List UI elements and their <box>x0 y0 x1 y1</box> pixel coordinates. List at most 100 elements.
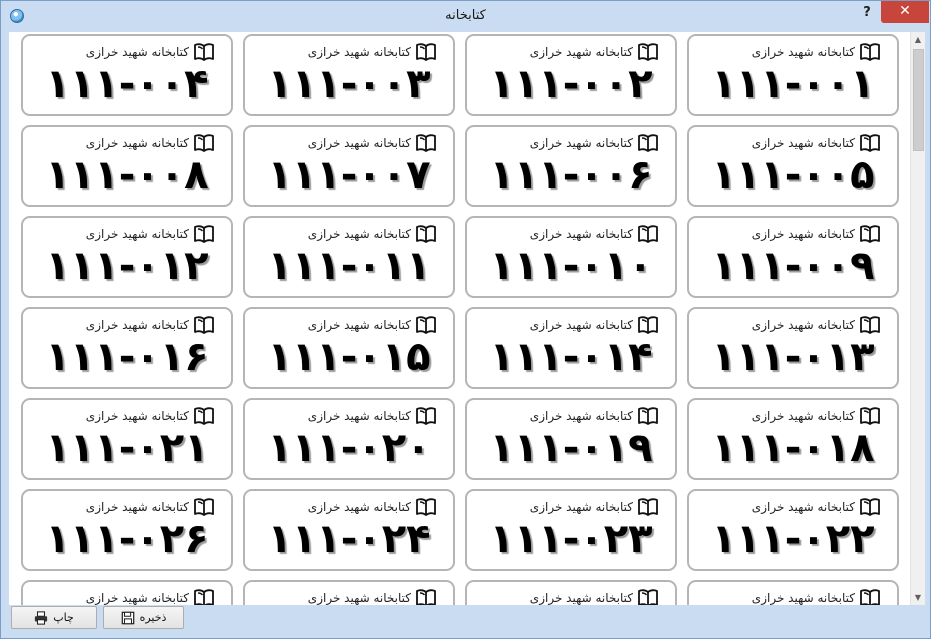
label-card: کتابخانه شهید خرازی ۱۱۱-۰۰۵ <box>687 125 899 207</box>
card-header: کتابخانه شهید خرازی <box>530 223 659 245</box>
book-icon <box>637 497 659 517</box>
book-icon <box>415 315 437 335</box>
card-header: کتابخانه شهید خرازی <box>86 314 215 336</box>
floppy-disk-icon <box>121 611 134 624</box>
book-code: ۱۱۱-۰۲۰ <box>267 425 431 471</box>
title-bar[interactable]: کتابخانه ? ✕ <box>1 1 930 31</box>
card-header: کتابخانه شهید خرازی <box>530 405 659 427</box>
book-code: ۱۱۱-۰۱۱ <box>267 243 431 289</box>
book-icon <box>193 588 215 605</box>
book-code: ۱۱۱-۰۱۹ <box>489 425 653 471</box>
book-icon <box>415 497 437 517</box>
label-card: کتابخانه شهید خرازی <box>243 580 455 605</box>
card-header: کتابخانه شهید خرازی <box>308 223 437 245</box>
book-icon <box>193 42 215 62</box>
book-icon <box>637 406 659 426</box>
book-icon <box>415 406 437 426</box>
save-button-label: ذخیره <box>139 611 167 624</box>
library-name: کتابخانه شهید خرازی <box>85 45 189 59</box>
library-name: کتابخانه شهید خرازی <box>307 45 411 59</box>
book-icon <box>637 224 659 244</box>
label-grid: کتابخانه شهید خرازی ۱۱۱-۰۰۴ کتابخانه شهید … <box>9 32 911 605</box>
book-code: ۱۱۱-۰۰۶ <box>489 152 653 198</box>
footer-toolbar: چاپ ذخیره <box>9 605 925 635</box>
book-code: ۱۱۱-۰۲۲ <box>711 516 875 562</box>
book-icon <box>637 588 659 605</box>
scroll-up-arrow-icon[interactable]: ▲ <box>911 32 925 47</box>
save-button[interactable]: ذخیره <box>103 606 184 629</box>
card-header: کتابخانه شهید خرازی <box>86 41 215 63</box>
library-name: کتابخانه شهید خرازی <box>307 227 411 241</box>
vertical-scrollbar[interactable]: ▲ ▼ <box>910 32 925 605</box>
book-code: ۱۱۱-۰۲۳ <box>489 516 653 562</box>
scroll-thumb[interactable] <box>913 49 924 151</box>
library-name: کتابخانه شهید خرازی <box>307 318 411 332</box>
card-header: کتابخانه شهید خرازی <box>752 496 881 518</box>
book-code: ۱۱۱-۰۱۰ <box>489 243 653 289</box>
book-icon <box>859 133 881 153</box>
book-code: ۱۱۱-۰۱۵ <box>267 334 431 380</box>
card-header: کتابخانه شهید خرازی <box>308 587 437 605</box>
card-header: کتابخانه شهید خرازی <box>752 41 881 63</box>
label-card: کتابخانه شهید خرازی ۱۱۱-۰۲۲ <box>687 489 899 571</box>
book-icon <box>637 133 659 153</box>
label-card: کتابخانه شهید خرازی ۱۱۱-۰۰۳ <box>243 34 455 116</box>
card-header: کتابخانه شهید خرازی <box>86 223 215 245</box>
book-code: ۱۱۱-۰۱۲ <box>45 243 209 289</box>
card-header: کتابخانه شهید خرازی <box>752 223 881 245</box>
book-code: ۱۱۱-۰۱۴ <box>489 334 653 380</box>
help-button[interactable]: ? <box>856 3 878 23</box>
label-card: کتابخانه شهید خرازی ۱۱۱-۰۲۳ <box>465 489 677 571</box>
book-icon <box>859 315 881 335</box>
scroll-down-arrow-icon[interactable]: ▼ <box>911 590 925 605</box>
library-name: کتابخانه شهید خرازی <box>751 591 855 605</box>
book-code: ۱۱۱-۰۲۶ <box>45 516 209 562</box>
library-name: کتابخانه شهید خرازی <box>85 591 189 605</box>
label-card: کتابخانه شهید خرازی ۱۱۱-۰۲۰ <box>243 398 455 480</box>
card-header: کتابخانه شهید خرازی <box>308 41 437 63</box>
card-header: کتابخانه شهید خرازی <box>308 314 437 336</box>
book-icon <box>193 315 215 335</box>
book-icon <box>637 42 659 62</box>
library-name: کتابخانه شهید خرازی <box>85 318 189 332</box>
card-header: کتابخانه شهید خرازی <box>86 132 215 154</box>
card-header: کتابخانه شهید خرازی <box>752 405 881 427</box>
book-icon <box>415 224 437 244</box>
book-icon <box>859 588 881 605</box>
library-name: کتابخانه شهید خرازی <box>529 45 633 59</box>
label-card: کتابخانه شهید خرازی ۱۱۱-۰۱۰ <box>465 216 677 298</box>
label-card: کتابخانه شهید خرازی ۱۱۱-۰۱۲ <box>21 216 233 298</box>
card-header: کتابخانه شهید خرازی <box>530 132 659 154</box>
card-header: کتابخانه شهید خرازی <box>752 314 881 336</box>
close-button[interactable]: ✕ <box>881 1 929 23</box>
card-header: کتابخانه شهید خرازی <box>752 132 881 154</box>
printer-icon <box>35 610 48 625</box>
book-code: ۱۱۱-۰۰۹ <box>711 243 875 289</box>
label-card: کتابخانه شهید خرازی ۱۱۱-۰۰۱ <box>687 34 899 116</box>
book-icon <box>193 224 215 244</box>
book-code: ۱۱۱-۰۱۳ <box>711 334 875 380</box>
book-icon <box>415 588 437 605</box>
book-code: ۱۱۱-۰۰۱ <box>711 61 875 107</box>
book-icon <box>193 133 215 153</box>
card-header: کتابخانه شهید خرازی <box>752 587 881 605</box>
label-card: کتابخانه شهید خرازی ۱۱۱-۰۱۱ <box>243 216 455 298</box>
library-name: کتابخانه شهید خرازی <box>85 409 189 423</box>
library-name: کتابخانه شهید خرازی <box>85 227 189 241</box>
card-header: کتابخانه شهید خرازی <box>86 587 215 605</box>
print-button[interactable]: چاپ <box>11 606 97 629</box>
library-name: کتابخانه شهید خرازی <box>751 500 855 514</box>
library-name: کتابخانه شهید خرازی <box>529 500 633 514</box>
label-card: کتابخانه شهید خرازی ۱۱۱-۰۰۴ <box>21 34 233 116</box>
window-title: کتابخانه <box>445 8 486 23</box>
label-card: کتابخانه شهید خرازی ۱۱۱-۰۲۴ <box>243 489 455 571</box>
card-header: کتابخانه شهید خرازی <box>530 587 659 605</box>
book-code: ۱۱۱-۰۲۱ <box>45 425 209 471</box>
book-code: ۱۱۱-۰۱۸ <box>711 425 875 471</box>
library-name: کتابخانه شهید خرازی <box>307 409 411 423</box>
library-name: کتابخانه شهید خرازی <box>751 45 855 59</box>
card-header: کتابخانه شهید خرازی <box>308 405 437 427</box>
book-code: ۱۱۱-۰۰۳ <box>267 61 431 107</box>
book-icon <box>859 406 881 426</box>
label-card: کتابخانه شهید خرازی ۱۱۱-۰۱۹ <box>465 398 677 480</box>
